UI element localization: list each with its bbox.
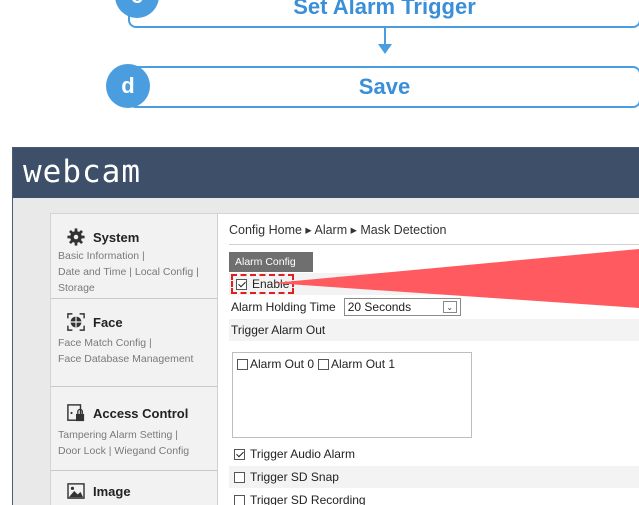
callout-wedge bbox=[273, 249, 639, 308]
callout-pointer bbox=[273, 249, 639, 308]
